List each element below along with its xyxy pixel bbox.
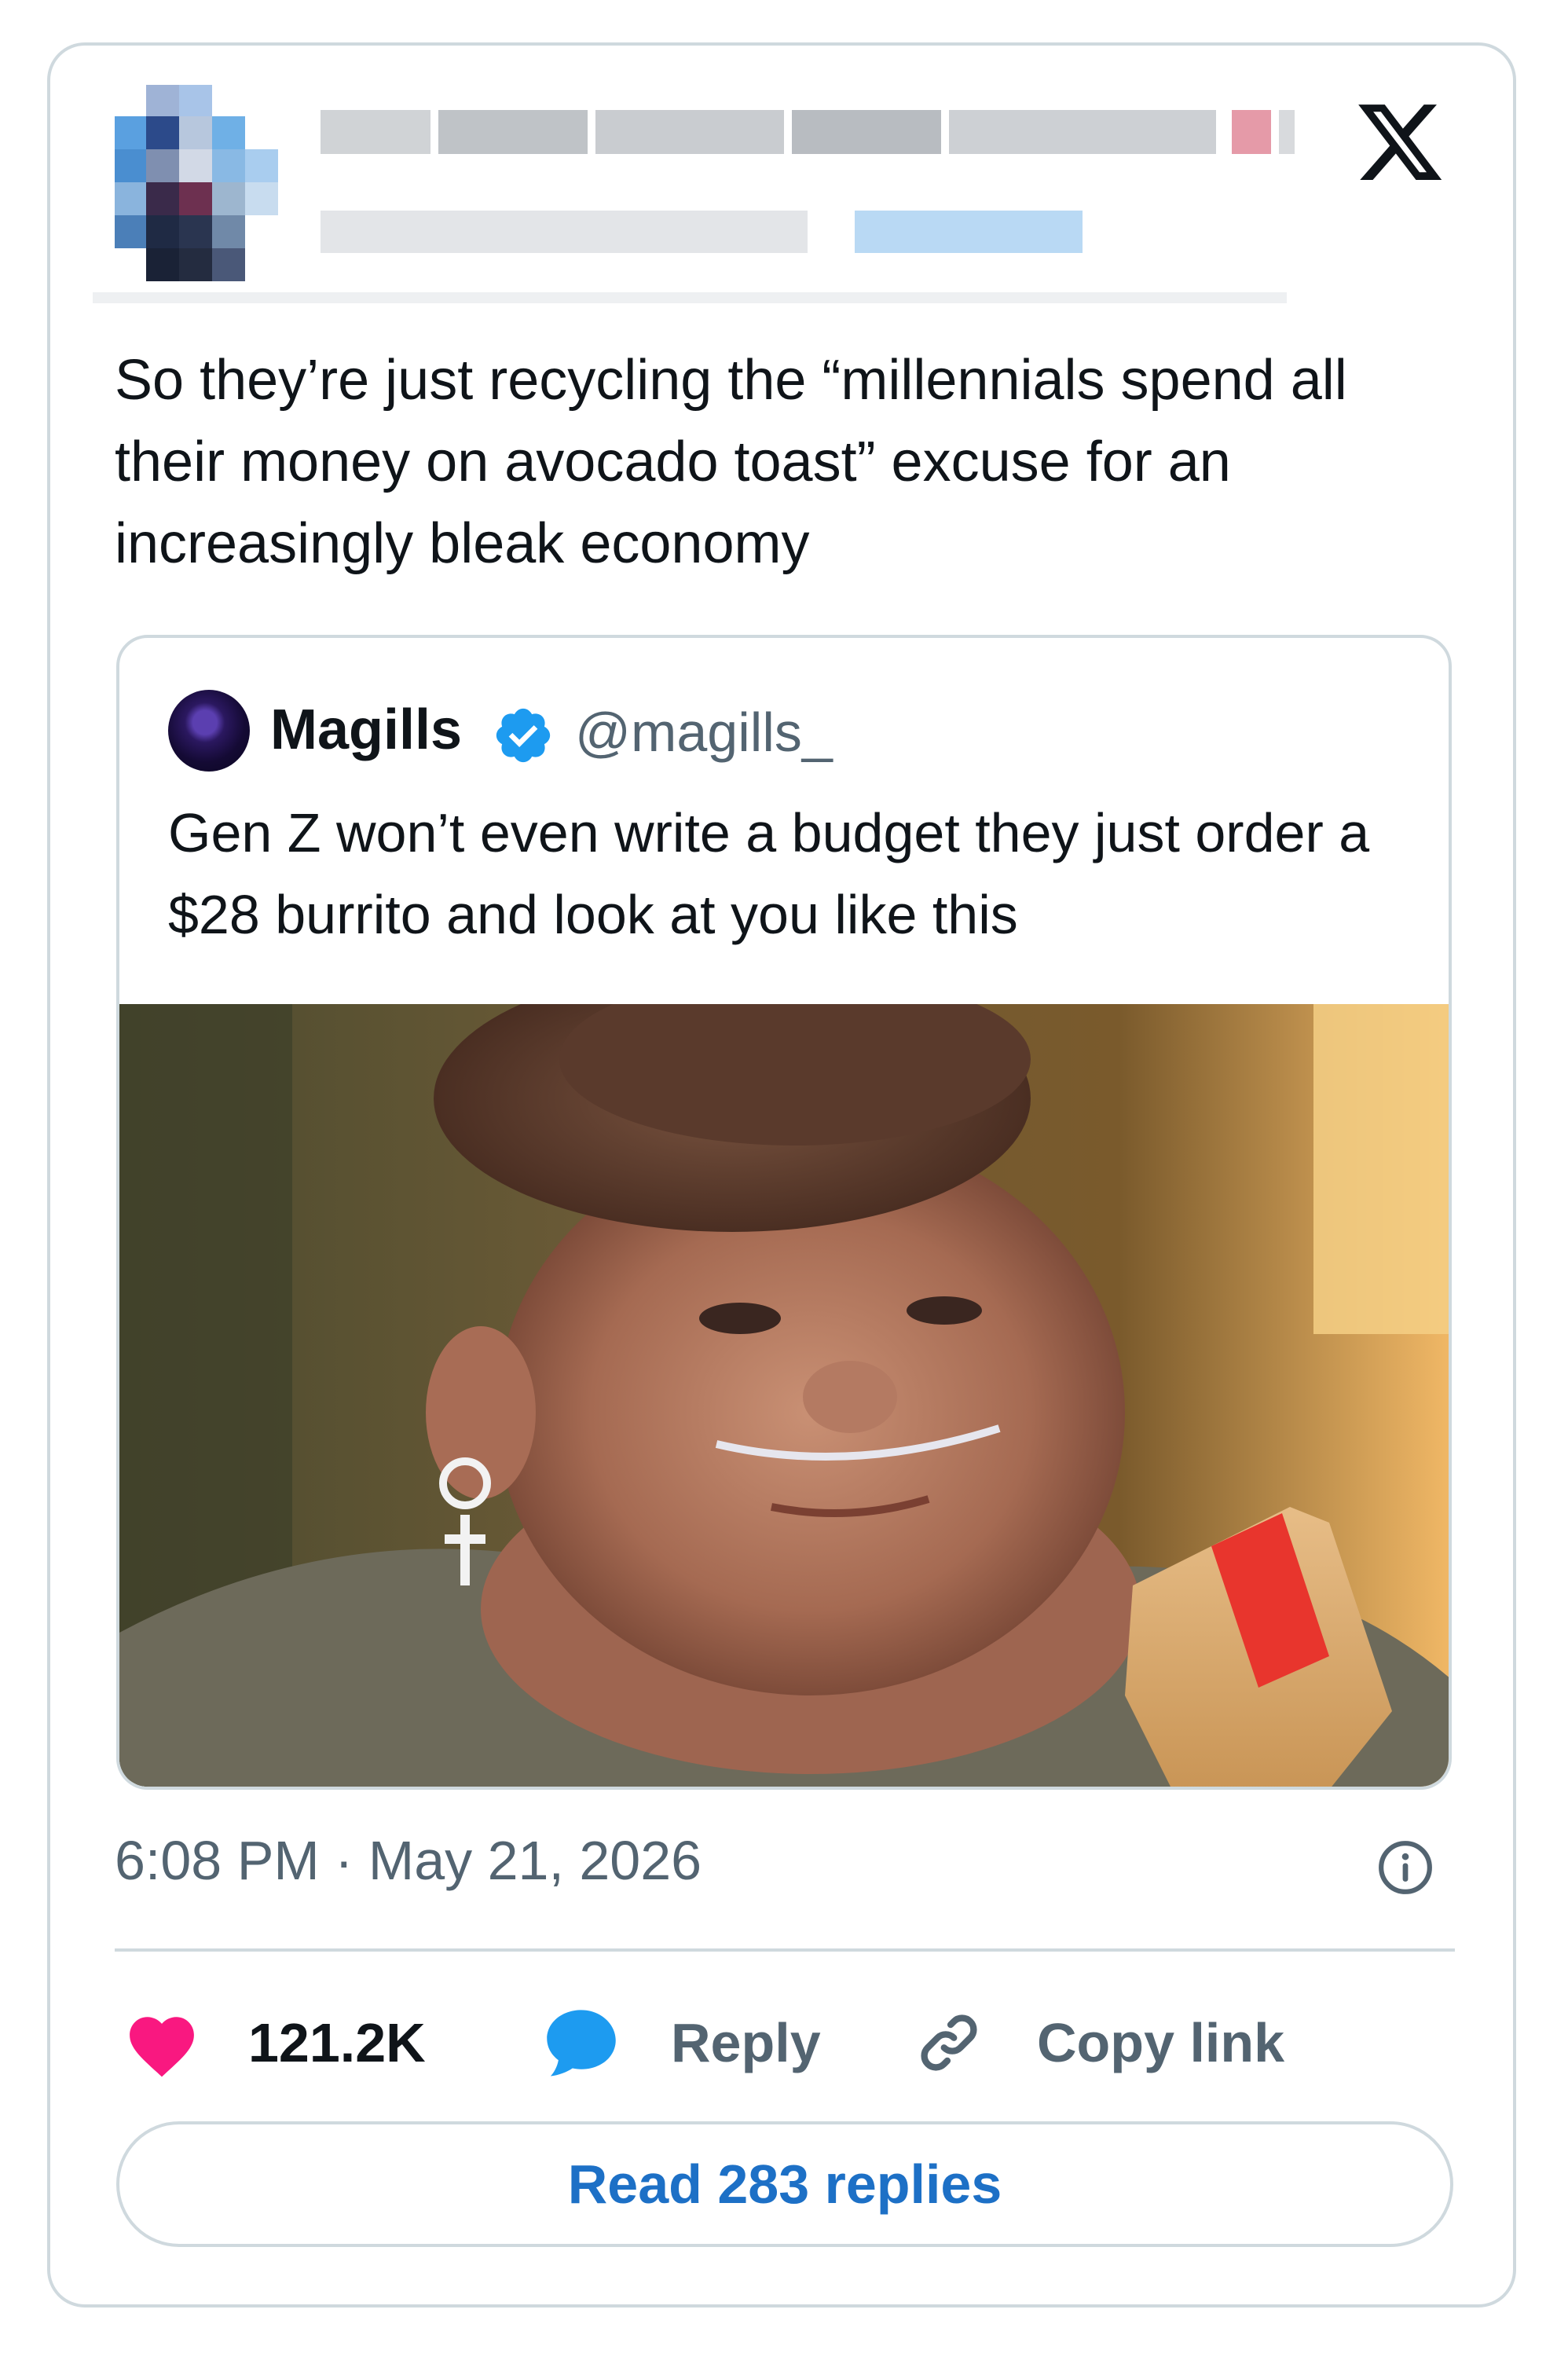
actions-divider: [115, 1948, 1455, 1952]
author-avatar-blurred[interactable]: [115, 85, 278, 292]
author-handle-blurred[interactable]: [321, 211, 1083, 253]
reply-bubble-icon: [547, 2010, 616, 2077]
quoted-tweet-text: Gen Z won’t even write a budget they jus…: [168, 802, 1370, 945]
copy-link-label: Copy link: [1037, 2012, 1285, 2073]
quoted-author-name[interactable]: Magills: [270, 698, 462, 762]
reply-button[interactable]: Reply: [542, 1996, 821, 2090]
like-button[interactable]: 121.2K: [123, 1996, 426, 2090]
heart-icon: [130, 2017, 194, 2077]
like-count: 121.2K: [248, 2012, 426, 2073]
quoted-author-handle[interactable]: @magills_: [575, 701, 833, 764]
info-icon[interactable]: [1376, 1838, 1434, 1897]
verified-badge-icon: [496, 708, 551, 763]
link-icon: [921, 2014, 977, 2071]
reply-label: Reply: [671, 2012, 821, 2073]
quoted-tweet[interactable]: Magills @magills_ Gen Z won’t even write…: [116, 635, 1452, 1790]
x-logo-icon[interactable]: [1353, 96, 1447, 189]
quoted-author-avatar[interactable]: [168, 690, 250, 772]
tweet-text: So they’re just recycling the “millennia…: [115, 349, 1363, 575]
header-underline: [93, 292, 1287, 303]
quoted-tweet-image[interactable]: [119, 1004, 1452, 1790]
read-replies-button[interactable]: Read 283 replies: [116, 2121, 1453, 2247]
copy-link-button[interactable]: Copy link: [910, 1996, 1284, 2090]
tweet-timestamp[interactable]: 6:08 PM · May 21, 2026: [115, 1829, 702, 1892]
author-name-blurred[interactable]: [321, 110, 1295, 154]
